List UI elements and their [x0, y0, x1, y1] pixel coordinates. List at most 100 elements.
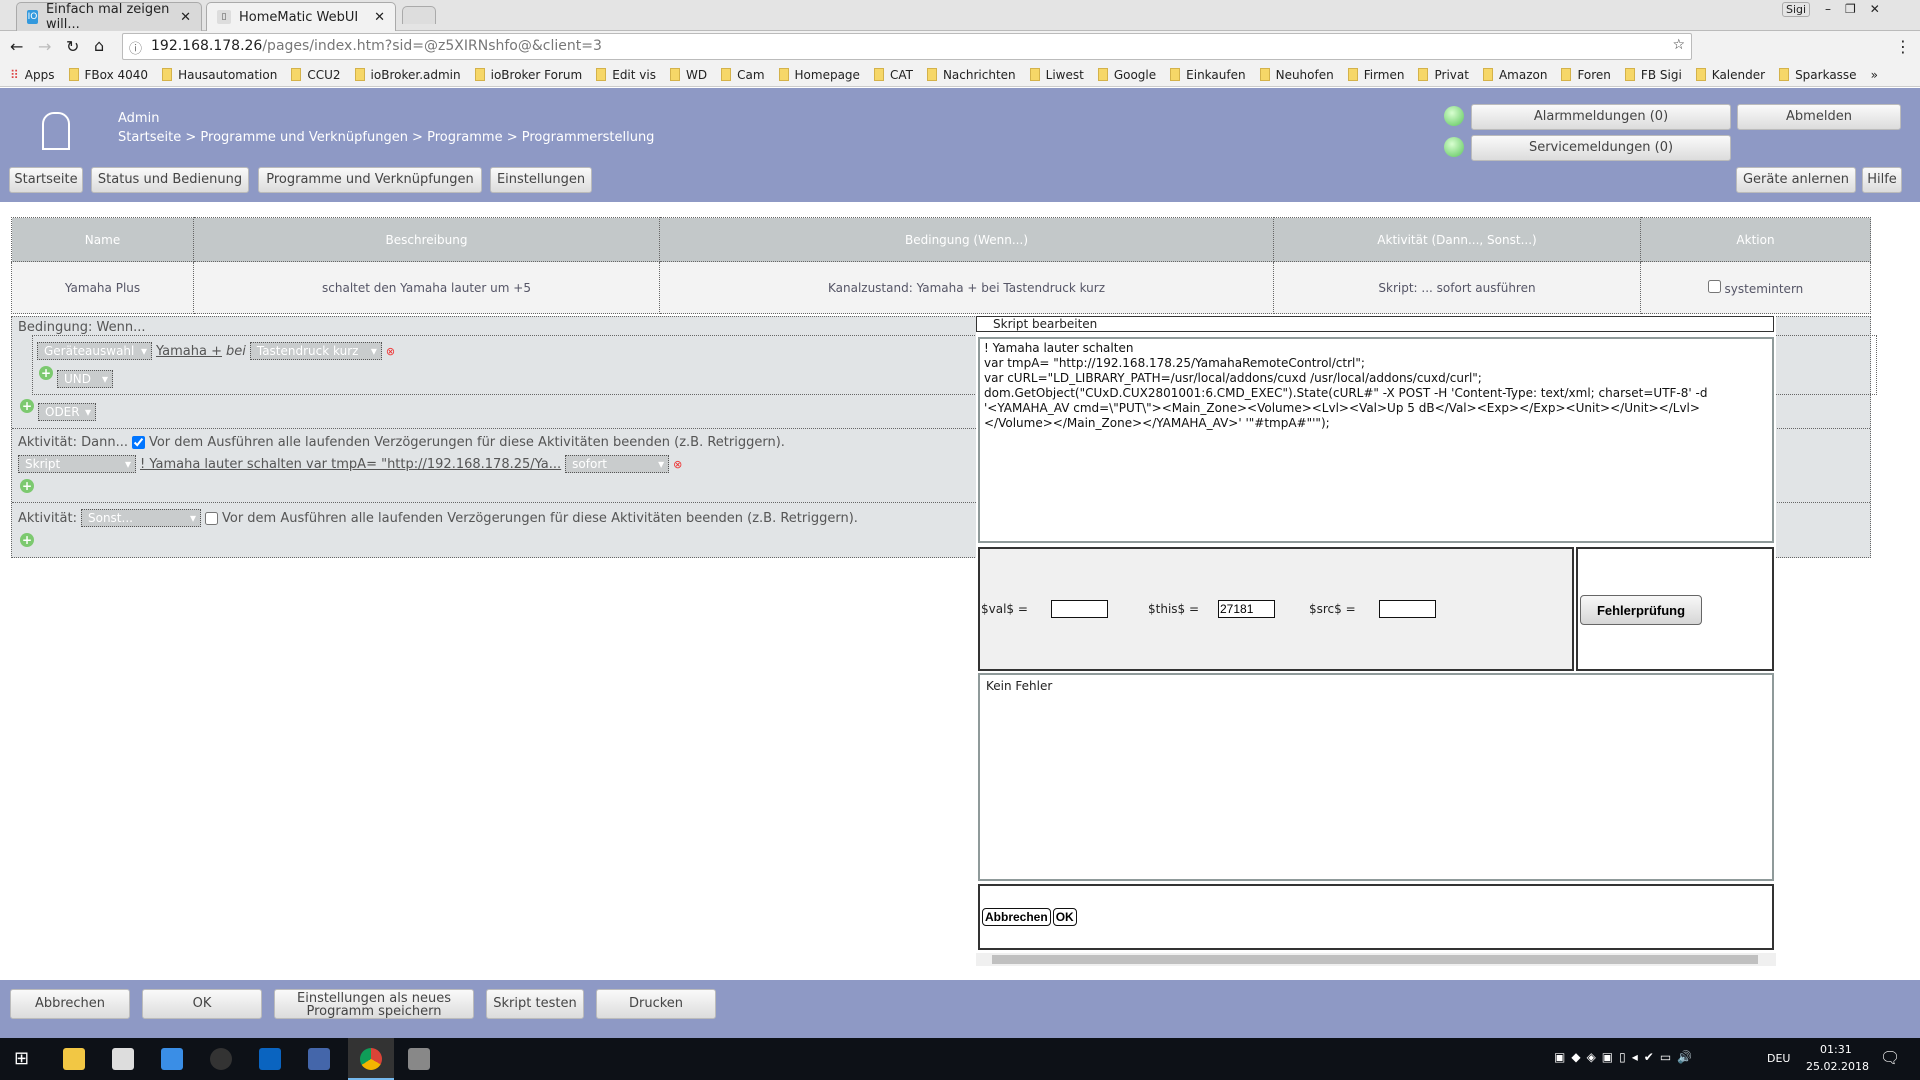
close-icon[interactable]: ✕: [180, 10, 191, 25]
forward-icon[interactable]: →: [38, 37, 51, 56]
logout-button[interactable]: Abmelden: [1737, 104, 1901, 130]
system-tray-icons[interactable]: ▣◆◈▣▯◂✔▭🔊: [1554, 1050, 1698, 1064]
add-icon[interactable]: +: [20, 479, 34, 493]
chrome-taskbar-button[interactable]: [348, 1038, 394, 1080]
error-check-button[interactable]: Fehlerprüfung: [1580, 595, 1702, 625]
dialog-ok-button[interactable]: OK: [1052, 908, 1077, 926]
folder-icon: [596, 68, 607, 81]
trigger-select[interactable]: Tastendruck kurz: [249, 342, 382, 360]
delete-icon[interactable]: ⊗: [673, 458, 682, 471]
star-icon[interactable]: ☆: [1672, 37, 1685, 53]
more-bookmarks-icon[interactable]: »: [1871, 68, 1878, 82]
cancel-button[interactable]: Abbrechen: [10, 989, 130, 1019]
bookmark-item[interactable]: WD: [669, 68, 707, 82]
activity-type-select[interactable]: Skript: [18, 455, 136, 473]
bookmark-item[interactable]: Hausautomation: [162, 68, 277, 82]
nav-einstellungen[interactable]: Einstellungen: [490, 167, 592, 193]
new-tab-button[interactable]: [402, 6, 436, 24]
nav-status-bedienung[interactable]: Status und Bedienung: [91, 167, 249, 193]
nav-startseite[interactable]: Startseite: [9, 167, 83, 193]
app-icon[interactable]: [210, 1048, 232, 1070]
clock-date[interactable]: 25.02.2018: [1806, 1060, 1869, 1073]
menu-icon[interactable]: ⋮: [1895, 37, 1911, 56]
reload-icon[interactable]: ↻: [66, 37, 79, 56]
language-indicator[interactable]: DEU: [1767, 1052, 1790, 1065]
file-explorer-icon[interactable]: [63, 1048, 85, 1070]
notification-icon[interactable]: 🗨: [1880, 1048, 1900, 1067]
print-button[interactable]: Drucken: [596, 989, 716, 1019]
src-input[interactable]: [1379, 600, 1436, 618]
scrollbar-thumb[interactable]: [992, 955, 1758, 964]
home-icon[interactable]: ⌂: [94, 36, 104, 55]
add-icon[interactable]: +: [20, 533, 34, 547]
alarm-messages-button[interactable]: Alarmmeldungen (0): [1471, 104, 1731, 130]
this-input[interactable]: [1218, 600, 1275, 618]
folder-icon: [68, 68, 79, 81]
bookmark-item[interactable]: Firmen: [1347, 68, 1404, 82]
outlook-icon[interactable]: [259, 1048, 281, 1070]
app-icon[interactable]: [408, 1048, 430, 1070]
bookmark-item[interactable]: Sparkasse: [1779, 68, 1857, 82]
bookmark-item[interactable]: Nachrichten: [926, 68, 1016, 82]
close-icon[interactable]: ✕: [374, 10, 385, 25]
bookmark-item[interactable]: Liwest: [1029, 68, 1084, 82]
folder-icon: [1695, 68, 1706, 81]
bookmark-item[interactable]: Edit vis: [596, 68, 656, 82]
bookmark-item[interactable]: Homepage: [778, 68, 860, 82]
add-icon[interactable]: +: [20, 399, 34, 413]
test-script-button[interactable]: Skript testen: [486, 989, 584, 1019]
nav-programme[interactable]: Programme und Verknüpfungen: [258, 167, 482, 193]
url-input[interactable]: ⓘ 192.168.178.26/pages/index.htm?sid=@z5X…: [122, 33, 1692, 60]
tab-homematic[interactable]: ▯ HomeMatic WebUI ✕: [206, 2, 396, 31]
timing-select[interactable]: sofort: [565, 455, 670, 473]
store-icon[interactable]: [112, 1048, 134, 1070]
window-controls[interactable]: –❐✕: [1825, 2, 1894, 16]
horizontal-scrollbar[interactable]: [976, 953, 1776, 966]
save-as-new-button[interactable]: Einstellungen als neues Programm speiche…: [274, 989, 474, 1019]
bookmark-item[interactable]: CCU2: [291, 68, 341, 82]
bookmark-item[interactable]: ⠿ Apps: [10, 68, 55, 82]
or-select[interactable]: ODER: [38, 403, 96, 421]
teach-devices-button[interactable]: Geräte anlernen: [1736, 167, 1856, 193]
windows-start-icon[interactable]: ⊞: [14, 1048, 29, 1069]
bookmark-item[interactable]: Amazon: [1482, 68, 1547, 82]
profile-button[interactable]: Sigi: [1782, 2, 1811, 17]
retrigger-checkbox-else[interactable]: [204, 511, 218, 525]
add-icon[interactable]: +: [39, 366, 53, 380]
help-button[interactable]: Hilfe: [1862, 167, 1902, 193]
back-icon[interactable]: ←: [10, 37, 23, 56]
bookmark-item[interactable]: CAT: [873, 68, 913, 82]
bookmark-item[interactable]: ioBroker Forum: [474, 68, 582, 82]
ok-button[interactable]: OK: [142, 989, 262, 1019]
delete-icon[interactable]: ⊗: [386, 345, 395, 358]
bookmark-item[interactable]: FBox 4040: [68, 68, 148, 82]
script-link[interactable]: ! Yamaha lauter schalten var tmpA= "http…: [140, 457, 561, 472]
bookmark-item[interactable]: Neuhofen: [1259, 68, 1334, 82]
tab-iobroker[interactable]: IO Einfach mal zeigen will... ✕: [16, 2, 202, 32]
bookmark-item[interactable]: Google: [1097, 68, 1156, 82]
dialog-title: Skript bearbeiten: [976, 316, 1774, 332]
systemintern-checkbox[interactable]: [1707, 279, 1721, 293]
network-app-icon[interactable]: [308, 1048, 330, 1070]
clock-time[interactable]: 01:31: [1820, 1043, 1852, 1056]
bookmark-item[interactable]: FB Sigi: [1624, 68, 1682, 82]
app-icon[interactable]: [161, 1048, 183, 1070]
bookmark-item[interactable]: ioBroker.admin: [354, 68, 461, 82]
service-messages-button[interactable]: Servicemeldungen (0): [1471, 135, 1731, 161]
cell-name[interactable]: Yamaha Plus: [11, 261, 194, 314]
and-select[interactable]: UND: [57, 370, 113, 388]
else-select[interactable]: Sonst...: [80, 509, 201, 527]
device-select[interactable]: Geräteauswahl: [37, 342, 152, 360]
bookmark-item[interactable]: Cam: [721, 68, 765, 82]
bookmark-item[interactable]: Einkaufen: [1170, 68, 1246, 82]
script-editor[interactable]: [978, 337, 1774, 543]
bookmark-item[interactable]: Privat: [1418, 68, 1469, 82]
cell-description[interactable]: schaltet den Yamaha lauter um +5: [193, 261, 660, 314]
dialog-cancel-button[interactable]: Abbrechen: [982, 908, 1051, 926]
val-input[interactable]: [1051, 600, 1108, 618]
table-row: Yamaha Plus schaltet den Yamaha lauter u…: [11, 261, 1871, 314]
bookmark-item[interactable]: Kalender: [1695, 68, 1765, 82]
device-link[interactable]: Yamaha +: [156, 344, 222, 359]
bookmark-item[interactable]: Foren: [1561, 68, 1611, 82]
retrigger-checkbox[interactable]: [131, 436, 145, 449]
